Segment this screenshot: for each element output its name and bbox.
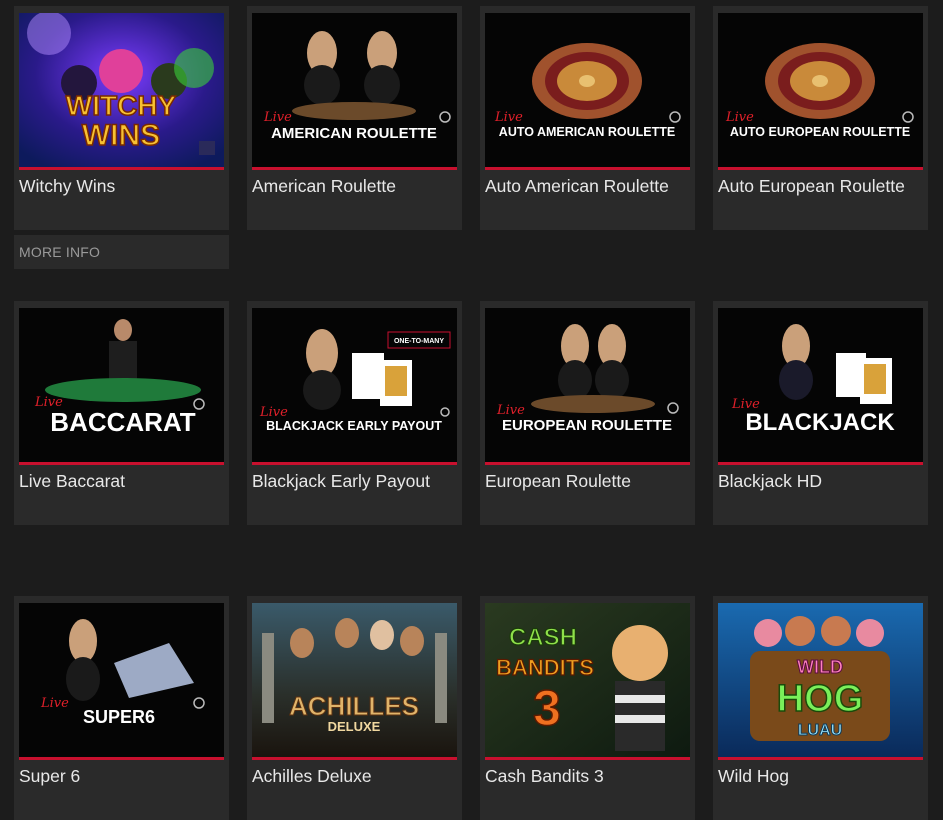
game-card-witchy-wins[interactable]: WITCHY WINS Witchy Wins xyxy=(14,6,229,230)
game-art-text: ACHILLES xyxy=(289,691,419,721)
live-label: Live xyxy=(263,110,292,125)
game-title[interactable]: Auto European Roulette xyxy=(718,176,905,197)
game-title[interactable]: Super 6 xyxy=(19,766,80,787)
game-thumbnail[interactable]: WILD HOG LUAU xyxy=(718,603,923,760)
game-card-blackjack-early-payout[interactable]: ONE-TO-MANY Live BLACKJACK EARLY PAYOUT … xyxy=(247,301,462,525)
game-title[interactable]: Live Baccarat xyxy=(19,471,125,492)
game-art-text: 3 xyxy=(533,680,561,736)
game-art-text: HOG xyxy=(777,678,864,720)
game-card-super-6[interactable]: Live SUPER6 Super 6 xyxy=(14,596,229,820)
game-card-american-roulette[interactable]: Live AMERICAN ROULETTE American Roulette xyxy=(247,6,462,230)
live-label: Live xyxy=(494,110,523,125)
game-title[interactable]: Cash Bandits 3 xyxy=(485,766,604,787)
game-thumbnail[interactable]: Live SUPER6 xyxy=(19,603,224,760)
game-art-text: LUAU xyxy=(798,722,842,739)
game-thumbnail[interactable]: ONE-TO-MANY Live BLACKJACK EARLY PAYOUT xyxy=(252,308,457,465)
game-art-text: BLACKJACK EARLY PAYOUT xyxy=(266,419,442,433)
game-art-text: CASH xyxy=(509,624,577,651)
game-title[interactable]: Auto American Roulette xyxy=(485,176,669,197)
game-thumbnail[interactable]: WITCHY WINS xyxy=(19,13,224,170)
game-thumbnail[interactable]: Live AUTO AMERICAN ROULETTE xyxy=(485,13,690,170)
game-thumbnail[interactable]: Live EUROPEAN ROULETTE xyxy=(485,308,690,465)
game-art-text: ONE-TO-MANY xyxy=(394,338,444,345)
game-art-text: SUPER6 xyxy=(83,707,155,727)
live-label: Live xyxy=(725,110,754,125)
game-card-auto-american-roulette[interactable]: Live AUTO AMERICAN ROULETTE Auto America… xyxy=(480,6,695,230)
game-art-text: AUTO EUROPEAN ROULETTE xyxy=(730,125,910,139)
game-title[interactable]: American Roulette xyxy=(252,176,396,197)
game-art-text: WITCHY xyxy=(66,90,177,121)
game-art-text: BLACKJACK xyxy=(745,409,895,436)
game-thumbnail[interactable]: CASH BANDITS 3 xyxy=(485,603,690,760)
game-card-live-baccarat[interactable]: Live BACCARAT Live Baccarat xyxy=(14,301,229,525)
game-art-text: BANDITS xyxy=(496,655,594,680)
game-art-text: BACCARAT xyxy=(50,407,196,437)
game-title[interactable]: Witchy Wins xyxy=(19,176,115,197)
game-thumbnail[interactable]: Live BACCARAT xyxy=(19,308,224,465)
game-card-blackjack-hd[interactable]: Live BLACKJACK Blackjack HD xyxy=(713,301,928,525)
game-art-text: EUROPEAN ROULETTE xyxy=(502,417,672,434)
game-card-achilles-deluxe[interactable]: ACHILLES DELUXE Achilles Deluxe xyxy=(247,596,462,820)
game-card-wild-hog[interactable]: WILD HOG LUAU Wild Hog xyxy=(713,596,928,820)
game-card-cash-bandits-3[interactable]: CASH BANDITS 3 Cash Bandits 3 xyxy=(480,596,695,820)
game-art-text: WILD xyxy=(797,657,843,677)
game-title[interactable]: European Roulette xyxy=(485,471,631,492)
game-card-auto-european-roulette[interactable]: Live AUTO EUROPEAN ROULETTE Auto Europea… xyxy=(713,6,928,230)
more-info-button[interactable]: MORE INFO xyxy=(14,235,229,269)
game-thumbnail[interactable]: Live AUTO EUROPEAN ROULETTE xyxy=(718,13,923,170)
game-art-text: WINS xyxy=(82,119,160,152)
game-art-text: AMERICAN ROULETTE xyxy=(271,125,437,142)
game-title[interactable]: Achilles Deluxe xyxy=(252,766,372,787)
game-art-text: AUTO AMERICAN ROULETTE xyxy=(499,125,675,139)
game-thumbnail[interactable]: Live BLACKJACK xyxy=(718,308,923,465)
game-title[interactable]: Blackjack HD xyxy=(718,471,822,492)
game-card-european-roulette[interactable]: Live EUROPEAN ROULETTE European Roulette xyxy=(480,301,695,525)
live-label: Live xyxy=(259,405,288,420)
live-label: Live xyxy=(496,403,525,418)
game-thumbnail[interactable]: Live AMERICAN ROULETTE xyxy=(252,13,457,170)
game-art-text: DELUXE xyxy=(328,719,381,734)
game-title[interactable]: Wild Hog xyxy=(718,766,789,787)
game-thumbnail[interactable]: ACHILLES DELUXE xyxy=(252,603,457,760)
game-title[interactable]: Blackjack Early Payout xyxy=(252,471,430,492)
live-label: Live xyxy=(40,696,69,711)
